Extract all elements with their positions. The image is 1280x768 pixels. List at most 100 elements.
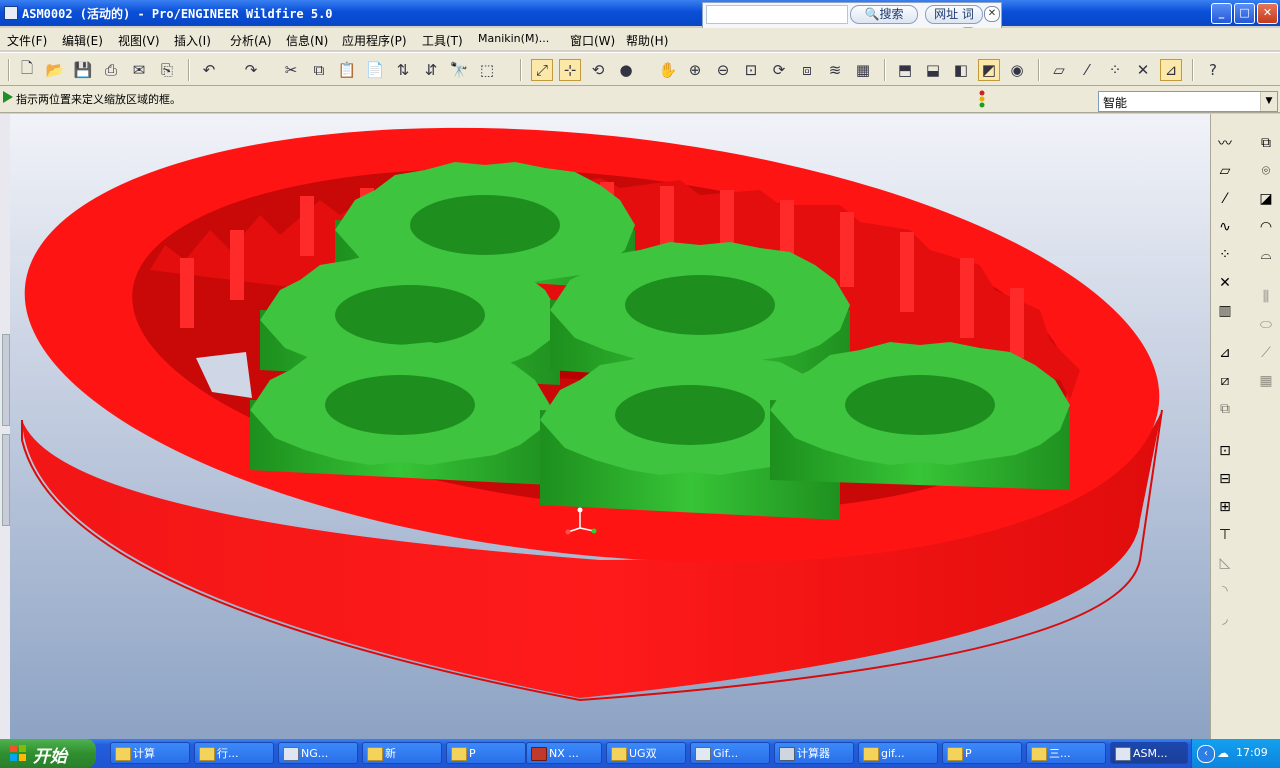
taskbar-button[interactable]: 新 [362,742,442,764]
menu-tools[interactable]: 工具(T) [422,32,463,49]
taskbar-button[interactable]: 三... [1026,742,1106,764]
layers-icon[interactable]: ≋ [824,59,846,81]
pan-icon[interactable]: ✋ [657,59,679,81]
menu-manikin[interactable]: Manikin(M)... [478,32,549,45]
menu-file[interactable]: 文件(F) [7,32,47,49]
redo-icon[interactable]: ↷ [240,59,262,81]
datum-points-icon[interactable]: ⁘ [1104,59,1126,81]
shaded-icon[interactable]: ◩ [978,59,1000,81]
paste-icon[interactable]: 📋 [336,59,358,81]
open-file-icon[interactable]: 📂 [44,59,66,81]
taskbar-button[interactable]: Gif... [690,742,770,764]
print-icon[interactable]: ⎙ [100,59,122,81]
find-icon[interactable]: 🔭 [448,59,470,81]
zoom-in-icon[interactable]: ⊕ [684,59,706,81]
datum-curve-icon[interactable]: ∿ [1214,216,1236,238]
menu-view[interactable]: 视图(V) [118,32,160,49]
round-tool-icon[interactable]: ◺ [1214,552,1236,574]
taskbar-button[interactable]: 计算 [110,742,190,764]
taskbar-button[interactable]: NG... [278,742,358,764]
coord-sys-tool-icon[interactable]: ✕ [1214,272,1236,294]
datum-plane-tool-icon[interactable]: ▱ [1214,160,1236,182]
tray-expand-icon[interactable]: ‹ [1197,745,1215,763]
extrude-icon[interactable]: ◪ [1255,188,1277,210]
taskbar-button[interactable]: P [942,742,1022,764]
taskbar-button[interactable]: 行... [194,742,274,764]
taskbar-button[interactable]: gif... [858,742,938,764]
copy-icon[interactable]: ⧉ [308,59,330,81]
wireframe-icon[interactable]: ⬒ [894,59,916,81]
analysis-feature-icon[interactable]: ▥ [1214,300,1236,322]
menu-info[interactable]: 信息(N) [286,32,328,49]
network-icon[interactable]: ☁ [1217,746,1229,760]
menu-applications[interactable]: 应用程序(P) [342,32,407,49]
regenerate-manager-icon[interactable]: ⇵ [420,59,442,81]
assemble-icon[interactable]: ⧉ [1255,132,1277,154]
datum-axis-tool-icon[interactable]: ⁄ [1214,188,1236,210]
undo-icon[interactable]: ↶ [198,59,220,81]
repaint-icon[interactable]: ⤢ [531,59,553,81]
datum-planes-icon[interactable]: ▱ [1048,59,1070,81]
regenerate-icon[interactable]: ⇅ [392,59,414,81]
component-view-icon[interactable]: ⧄ [1214,370,1236,392]
draft-tool-icon[interactable]: ⊞ [1214,496,1236,518]
search-button[interactable]: 🔍搜索 [850,5,918,24]
enhanced-realism-icon[interactable]: ◉ [1006,59,1028,81]
minimize-button[interactable]: _ [1211,3,1232,24]
spin-center-icon[interactable]: ⊹ [559,59,581,81]
graphics-viewport[interactable] [0,114,1210,739]
taskbar-button[interactable]: UG双 [606,742,686,764]
boundary-blend-icon[interactable]: ⌓ [1255,244,1277,266]
menu-edit[interactable]: 编辑(E) [62,32,103,49]
search-input[interactable] [706,5,848,24]
chamfer-tool-icon[interactable]: ◝ [1214,580,1236,602]
cut-icon[interactable]: ✂ [280,59,302,81]
create-component-icon[interactable]: ⊿ [1214,342,1236,364]
start-button[interactable]: 开始 [0,739,96,768]
paste-special-icon[interactable]: 📄 [364,59,386,81]
traffic-light-icon[interactable] [978,90,986,108]
context-help-icon[interactable]: ? [1202,59,1224,81]
cut-tool-icon[interactable]: ⊤ [1214,524,1236,546]
selection-filter-dropdown[interactable]: 智能 ▼ [1098,91,1278,112]
merge-icon[interactable]: ⬭ [1255,314,1277,336]
rib-tool-icon[interactable]: ◞ [1214,608,1236,630]
model-tree-toggle[interactable] [2,334,10,426]
menu-help[interactable]: 帮助(H) [626,32,668,49]
reorient-icon[interactable]: ⟳ [768,59,790,81]
close-popup-icon[interactable]: ✕ [984,6,1000,22]
no-hidden-icon[interactable]: ◧ [950,59,972,81]
trim-icon[interactable]: ⟋ [1255,342,1277,364]
sketch-curve-icon[interactable]: 〰 [1214,132,1236,154]
datum-point-tool-icon[interactable]: ⁘ [1214,244,1236,266]
pattern-icon[interactable]: ▦ [1255,370,1277,392]
repeat-icon[interactable]: ⧉ [1214,398,1236,420]
shell-tool-icon[interactable]: ⊟ [1214,468,1236,490]
maximize-button[interactable]: □ [1234,3,1255,24]
hidden-line-icon[interactable]: ⬓ [922,59,944,81]
email-icon[interactable]: ✉ [128,59,150,81]
close-button[interactable]: ✕ [1257,3,1278,24]
zoom-out-icon[interactable]: ⊖ [712,59,734,81]
select-box-icon[interactable]: ⬚ [476,59,498,81]
taskbar-button-active[interactable]: ASM... [1110,742,1188,764]
menu-analysis[interactable]: 分析(A) [230,32,272,49]
navigator-toggle[interactable] [2,434,10,526]
app-icon[interactable] [4,6,18,20]
hole-tool-icon[interactable]: ⊡ [1214,440,1236,462]
taskbar-button[interactable]: 计算器 [774,742,854,764]
orient-mode-icon[interactable]: ⟲ [587,59,609,81]
menu-window[interactable]: 窗口(W) [570,32,615,49]
menu-insert[interactable]: 插入(I) [174,32,211,49]
send-icon[interactable]: ⎘ [156,59,178,81]
sweep-icon[interactable]: ◠ [1255,216,1277,238]
view-manager-icon[interactable]: ▦ [852,59,874,81]
new-file-icon[interactable]: 🗋 [16,59,38,81]
clock[interactable]: 17:09 [1236,746,1268,759]
datum-axes-icon[interactable]: ⁄ [1076,59,1098,81]
coord-systems-icon[interactable]: ✕ [1132,59,1154,81]
taskbar-button[interactable]: P [446,742,526,764]
refit-icon[interactable]: ⊡ [740,59,762,81]
web-word-button[interactable]: 网址 词 [925,5,983,24]
save-icon[interactable]: 💾 [72,59,94,81]
